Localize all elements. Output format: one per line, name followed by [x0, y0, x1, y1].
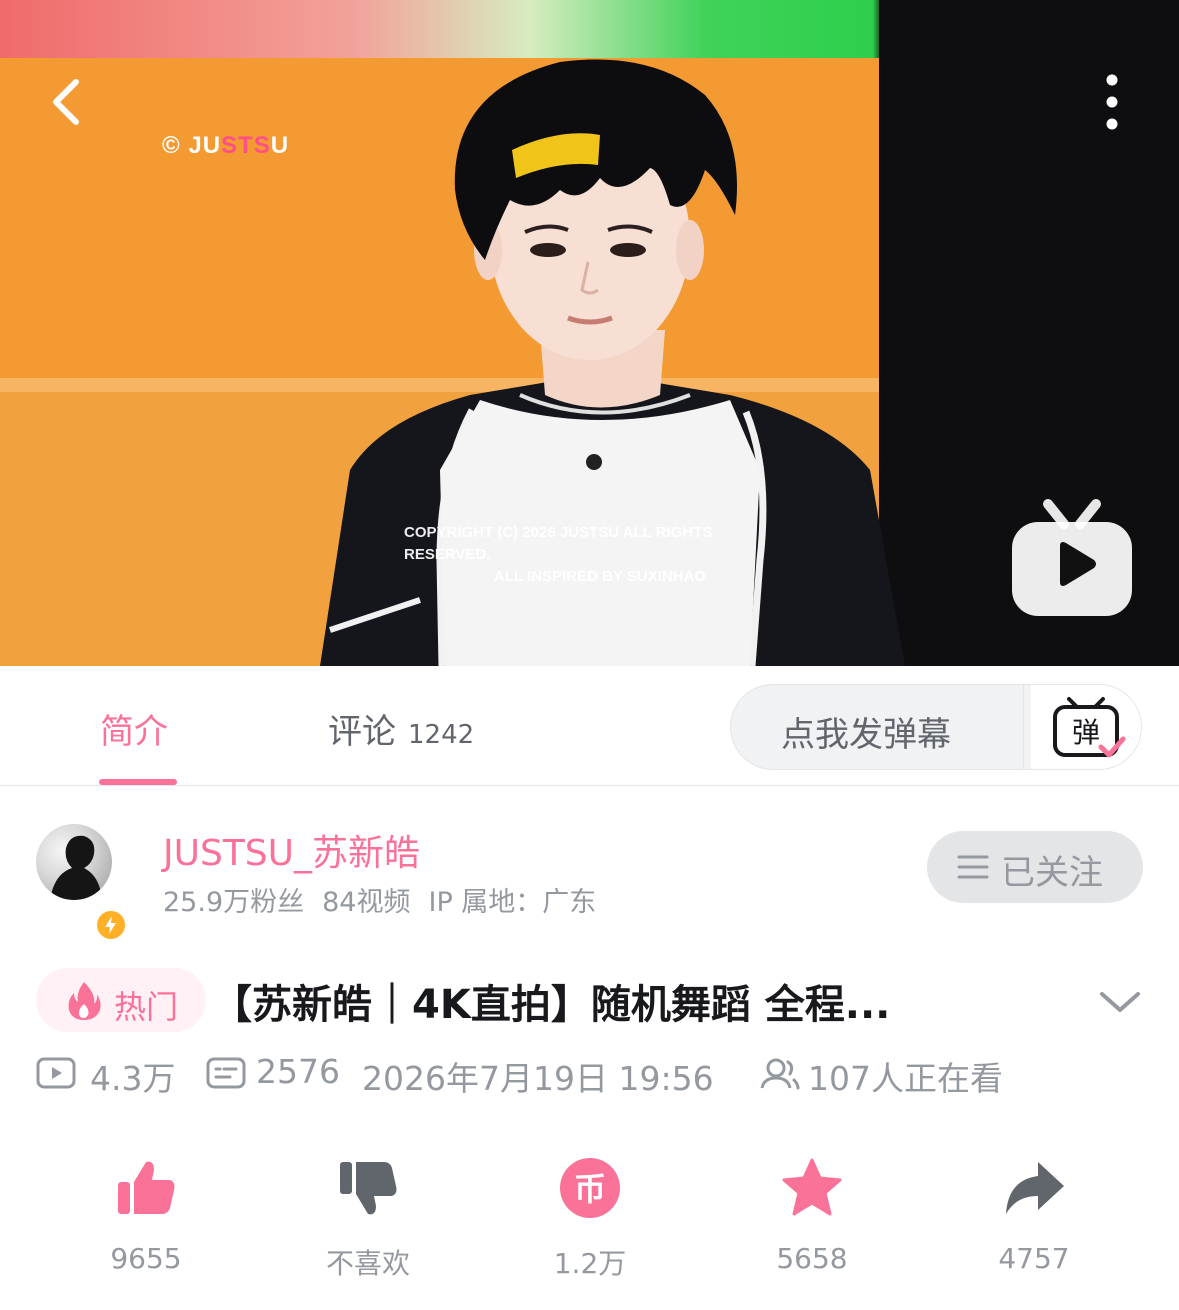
danmaku-toggle-icon: 弹: [1053, 697, 1126, 758]
video-player[interactable]: © JUSTSU COPYRIGHT (C) 2026 JUSTSU ALL R…: [0, 0, 1179, 666]
video-title: 【苏新皓｜4K直拍】随机舞蹈 全程...: [212, 982, 891, 1028]
coin-icon: 币: [560, 1158, 620, 1218]
watermark-logo: © JUSTSU: [162, 132, 290, 159]
share-button[interactable]: 4757: [952, 1150, 1112, 1290]
share-arrow-icon: [1006, 1162, 1064, 1214]
view-count: 4.3万: [90, 1059, 176, 1098]
tab-intro[interactable]: 简介: [100, 704, 168, 753]
comments-count: 1242: [408, 720, 475, 750]
back-button[interactable]: [40, 72, 100, 132]
coin-button[interactable]: 币 1.2万: [508, 1150, 668, 1290]
publish-time: 2026年7月19日 19:56: [362, 1059, 714, 1098]
favorite-button[interactable]: 5658: [730, 1150, 890, 1290]
watching-count: 107人正在看: [808, 1059, 1003, 1098]
favorite-count: 5658: [776, 1242, 848, 1275]
tab-comments-label: 评论: [328, 712, 396, 752]
expand-description-button[interactable]: [1096, 984, 1144, 1018]
video-count: 84视频: [322, 887, 411, 918]
flame-icon: [68, 982, 101, 1020]
active-tab-indicator: [99, 779, 177, 785]
uploader-avatar[interactable]: [36, 824, 128, 942]
play-button[interactable]: [1008, 498, 1136, 620]
tv-play-icon: [1012, 499, 1132, 616]
verified-badge: [94, 908, 128, 942]
like-count: 9655: [110, 1242, 182, 1275]
thumbs-up-icon: [118, 1161, 175, 1214]
detail-tabs: 简介 评论 1242 点我发弹幕 弹: [0, 666, 1179, 786]
svg-text:弹: 弹: [1072, 716, 1100, 749]
dislike-button[interactable]: 不喜欢: [286, 1150, 446, 1290]
video-meta: 4.3万 2576 2026年7月19日 19:56 107人正在看: [36, 1052, 1146, 1102]
play-count-icon: [36, 1057, 76, 1089]
dislike-label: 不喜欢: [325, 1247, 410, 1280]
ip-location: IP 属地：广东: [428, 887, 597, 918]
chevron-left-icon: [53, 79, 79, 125]
more-options-button[interactable]: [1092, 70, 1132, 134]
star-icon: [782, 1158, 842, 1216]
danmaku-count-icon: [206, 1057, 246, 1089]
tab-comments[interactable]: 评论 1242: [328, 704, 474, 753]
avatar-image: [36, 824, 112, 900]
video-title-row: 热门 【苏新皓｜4K直拍】随机舞蹈 全程...: [0, 960, 1179, 1040]
watermark-copyright-line1: COPYRIGHT (C) 2026 JUSTSU ALL RIGHTS RES…: [404, 524, 713, 563]
svg-text:币: 币: [574, 1170, 606, 1208]
tab-intro-label: 简介: [100, 712, 168, 752]
thumbs-down-icon: [340, 1162, 397, 1215]
danmaku-placeholder: 点我发弹幕: [781, 715, 951, 755]
danmaku-count: 2576: [256, 1052, 340, 1091]
hot-label: 热门: [114, 988, 179, 1026]
chevron-down-icon: [1100, 992, 1140, 1012]
follow-button[interactable]: 已关注: [927, 831, 1143, 903]
hot-badge[interactable]: 热门: [36, 968, 206, 1032]
uploader-section: JUSTSU_苏新皓 25.9万粉丝 84视频 IP 属地：广东 已关注: [0, 786, 1179, 942]
share-count: 4757: [998, 1242, 1070, 1275]
like-button[interactable]: 9655: [64, 1150, 224, 1290]
follow-label: 已关注: [1001, 853, 1103, 893]
viewers-icon: [760, 1058, 800, 1090]
danmaku-input[interactable]: 点我发弹幕 弹: [730, 684, 1142, 770]
menu-lines-icon: [957, 855, 989, 879]
coin-count: 1.2万: [553, 1247, 627, 1280]
danmaku-divider: [1023, 685, 1024, 769]
action-bar: 9655 不喜欢 币 1.2万 5658 4757: [0, 1150, 1179, 1300]
watermark-copyright-line2: ALL INSPIRED BY SUXINHAO: [494, 568, 706, 585]
watermark-copyright: COPYRIGHT (C) 2026 JUSTSU ALL RIGHTS RES…: [404, 522, 784, 588]
danmaku-toggle-button[interactable]: 弹: [1031, 685, 1141, 769]
more-vertical-icon: [1106, 74, 1118, 130]
lightning-icon: [105, 916, 116, 934]
uploader-stats: 25.9万粉丝 84视频 IP 属地：广东: [163, 880, 614, 919]
uploader-name[interactable]: JUSTSU_苏新皓: [163, 824, 420, 876]
fans-count: 25.9万粉丝: [163, 887, 305, 918]
